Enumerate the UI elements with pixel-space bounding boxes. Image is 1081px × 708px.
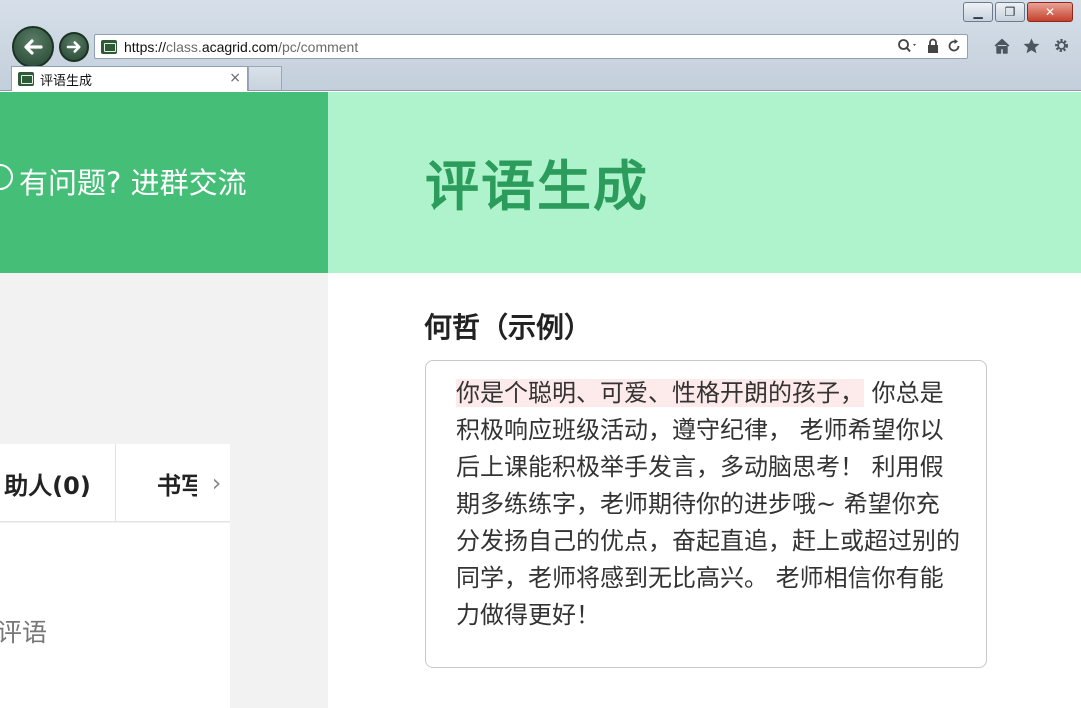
url-path: /pc/comment (278, 38, 359, 55)
tab-title: 评语生成 (40, 73, 93, 89)
left-column: 有问题? 进群交流 助人(0) 书写 › 生评语 (0, 92, 328, 708)
lock-icon[interactable] (927, 38, 939, 54)
help-link[interactable]: 有问题? 进群交流 (19, 160, 247, 202)
url-scheme: https:// (124, 38, 167, 55)
site-favicon-icon (101, 39, 117, 54)
student-name: 何哲（示例） (424, 311, 593, 344)
star-icon[interactable] (1022, 37, 1041, 55)
comment-remaining-text: 你总是积极响应班级活动，遵守纪律， 老师希望你以后上课能积极举手发言，多动脑思考… (456, 379, 960, 629)
chevron-right-icon: › (211, 469, 222, 497)
refresh-icon[interactable] (947, 38, 961, 54)
address-tools (897, 38, 961, 54)
search-icon[interactable] (897, 38, 919, 54)
minimize-button[interactable]: ▁ (963, 2, 993, 22)
gear-icon[interactable] (1052, 36, 1071, 55)
main-header-banner: 评语生成 (328, 92, 1081, 273)
restore-button[interactable]: ❐ (995, 2, 1025, 22)
browser-chrome: ▁ ❐ ✕ https://class.acagrid.com/pc/comme… (0, 0, 1081, 91)
new-tab-button[interactable] (248, 66, 282, 90)
back-arrow-icon (24, 39, 43, 55)
url-domain: acagrid.com (201, 38, 279, 55)
tab-helping[interactable]: 助人(0) (0, 444, 116, 522)
window-controls: ▁ ❐ ✕ (963, 2, 1073, 22)
forward-button[interactable] (59, 32, 89, 62)
url-host-prefix: class. (166, 38, 202, 55)
help-icon (0, 164, 13, 190)
page-title: 评语生成 (425, 155, 649, 218)
comment-textbox[interactable]: 你是个聪明、可爱、性格开朗的孩子， 你总是积极响应班级活动，遵守纪律， 老师希望… (425, 360, 987, 668)
browser-tab-active[interactable]: 评语生成 × (11, 66, 248, 91)
tab-close-button[interactable]: × (229, 70, 241, 86)
left-header-banner: 有问题? 进群交流 (0, 92, 328, 273)
tabs-scroll-right-button[interactable]: › (203, 466, 230, 500)
page-content: 有问题? 进群交流 助人(0) 书写 › 生评语 评语生成 何哲（示例） 你是个… (0, 92, 1081, 708)
tab-writing[interactable]: 书写 (157, 444, 197, 522)
left-panel-card: 生评语 (0, 523, 230, 708)
tab-favicon-icon (18, 72, 34, 86)
home-icon[interactable] (993, 37, 1011, 55)
close-window-button[interactable]: ✕ (1027, 2, 1073, 22)
category-tab-strip: 助人(0) 书写 › (0, 444, 230, 522)
back-button[interactable] (12, 26, 54, 68)
address-bar[interactable]: https://class.acagrid.com/pc/comment (94, 34, 968, 59)
comment-text[interactable]: 你是个聪明、可爱、性格开朗的孩子， 你总是积极响应班级活动，遵守纪律， 老师希望… (456, 375, 960, 634)
url-text[interactable]: https://class.acagrid.com/pc/comment (124, 39, 358, 55)
forward-arrow-icon (66, 41, 81, 53)
comment-highlighted-sentence: 你是个聪明、可爱、性格开朗的孩子， (456, 379, 864, 407)
browser-toolbar-icons (993, 36, 1071, 55)
generate-comment-hint[interactable]: 生评语 (0, 613, 47, 649)
